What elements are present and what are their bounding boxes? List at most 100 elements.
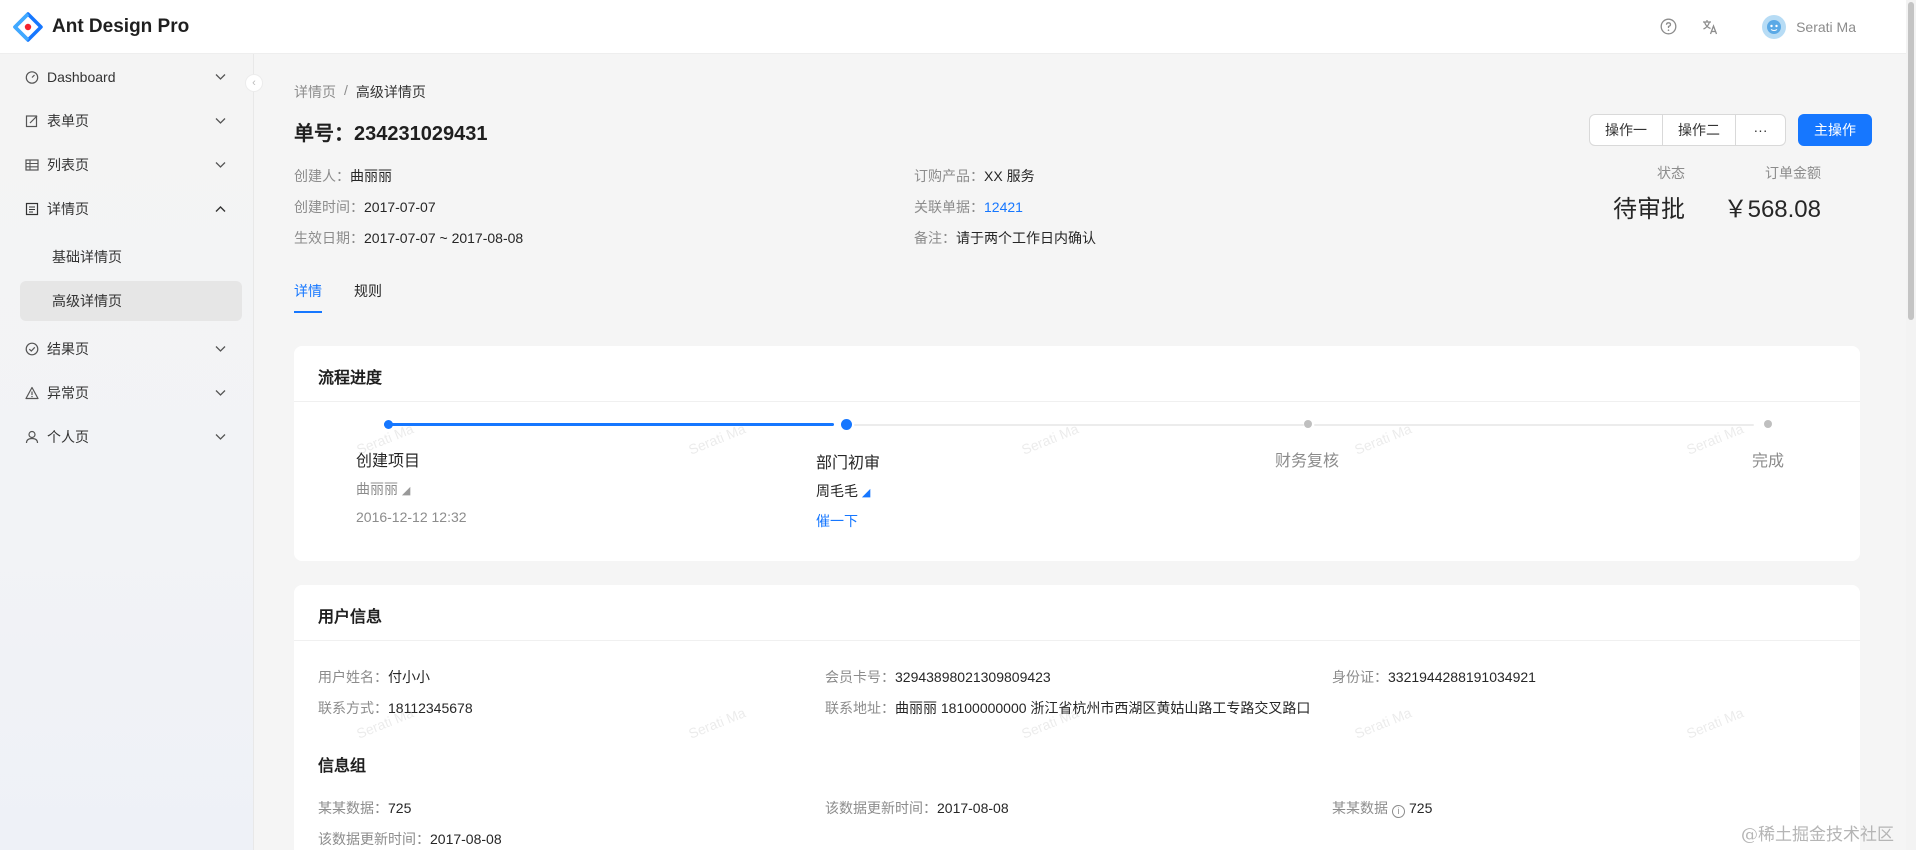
more-button[interactable]: ···: [1736, 114, 1786, 146]
info-update-time: 该数据更新时间：2017-08-08: [318, 831, 502, 847]
stat-value: 待审批: [1613, 196, 1685, 223]
desc-effective-date: 生效日期：2017-07-07 ~ 2017-08-08: [294, 230, 524, 246]
sidebar-collapse-button[interactable]: ‹: [245, 74, 263, 92]
sidebar-item-exception[interactable]: 异常页: [20, 373, 242, 413]
user-icon: [25, 430, 39, 444]
info-circle-icon[interactable]: i: [1392, 805, 1405, 818]
step-connector-done: [384, 423, 834, 426]
dingding-icon: ◢: [401, 485, 411, 497]
step-title: 财务复核: [1275, 453, 1340, 470]
sidebar-item-label: 结果页: [47, 341, 89, 357]
scrollbar-thumb[interactable]: [1908, 2, 1914, 320]
info-contact: 联系方式：18112345678: [318, 700, 473, 716]
step-dot-process: [841, 419, 852, 430]
amount-stat: 订单金额 ￥568.08: [1695, 163, 1821, 224]
chevron-down-icon: [214, 71, 226, 83]
primary-action-button[interactable]: 主操作: [1798, 114, 1872, 146]
chevron-down-icon: [214, 387, 226, 399]
info-username: 用户姓名：付小小: [318, 669, 430, 685]
sidebar-item-list[interactable]: 列表页: [20, 145, 242, 185]
status-stat: 状态 待审批: [1605, 163, 1685, 224]
desc-creator: 创建人：曲丽丽: [294, 168, 392, 184]
dashboard-icon: [25, 70, 39, 84]
sidebar-subitem-label: 基础详情页: [52, 249, 122, 265]
step-person: 周毛毛 ◢: [816, 483, 871, 499]
sidebar: Dashboard 表单页 列表页 详情页 基础详情页 高级详情页 结果页 异常…: [0, 54, 254, 850]
top-header: Ant Design Pro Serati Ma: [0, 0, 1906, 54]
sidebar-item-label: 详情页: [47, 201, 89, 217]
breadcrumb-item[interactable]: 详情页: [294, 82, 336, 102]
urge-link[interactable]: 催一下: [816, 511, 858, 531]
card-title: 用户信息: [318, 609, 383, 626]
check-circle-icon: [25, 342, 39, 356]
step-time: 2016-12-12 12:32: [356, 509, 467, 525]
step-title: 创建项目: [356, 453, 421, 470]
main-content: 详情页 / 高级详情页 单号：234231029431 操作一 操作二 ··· …: [255, 55, 1906, 850]
tab-rules[interactable]: 规则: [354, 281, 382, 313]
sidebar-subitem-advanced-profile[interactable]: 高级详情页: [20, 281, 242, 321]
sidebar-item-account[interactable]: 个人页: [20, 417, 242, 457]
step-dot-finish: [384, 420, 393, 429]
card-title: 流程进度: [318, 370, 383, 387]
info-member-card: 会员卡号：32943898021309809423: [825, 669, 1051, 685]
stat-label: 状态: [1657, 165, 1685, 181]
chevron-up-icon: [214, 203, 226, 215]
sidebar-item-form[interactable]: 表单页: [20, 101, 242, 141]
sidebar-item-profile[interactable]: 详情页: [20, 189, 242, 229]
desc-remark: 备注：请于两个工作日内确认: [914, 230, 1096, 246]
chevron-down-icon: [214, 159, 226, 171]
info-data: 某某数据：725: [318, 800, 412, 816]
breadcrumb-separator: /: [344, 82, 348, 98]
info-id-card: 身份证：3321944288191034921: [1332, 669, 1536, 685]
avatar: [1762, 14, 1787, 39]
corner-watermark: @稀土掘金技术社区: [1741, 825, 1894, 845]
step-dot-wait: [1304, 420, 1312, 428]
info-data-tip: 某某数据 i 725: [1332, 800, 1433, 818]
info-address: 联系地址：曲丽丽 18100000000 浙江省杭州市西湖区黄姑山路工专路交叉路…: [825, 700, 1311, 716]
user-menu[interactable]: Serati Ma: [1762, 14, 1856, 39]
page-title: 单号：234231029431: [294, 123, 488, 145]
sidebar-item-label: 异常页: [47, 385, 89, 401]
sidebar-item-label: 表单页: [47, 113, 89, 129]
sidebar-item-dashboard[interactable]: Dashboard: [20, 57, 242, 97]
tab-detail[interactable]: 详情: [294, 281, 322, 313]
sidebar-item-label: 个人页: [47, 429, 89, 445]
sidebar-item-result[interactable]: 结果页: [20, 329, 242, 369]
desc-related-doc: 关联单据：12421: [914, 199, 1023, 215]
progress-card: 流程进度 创建项目 曲丽丽 ◢ 2016-12-12 12:32 部门初审 周毛…: [294, 346, 1860, 561]
step-title: 部门初审: [816, 455, 881, 472]
group-title: 信息组: [318, 758, 367, 775]
action-two-button[interactable]: 操作二: [1663, 114, 1736, 146]
form-icon: [25, 114, 39, 128]
breadcrumb: 详情页 / 高级详情页: [294, 82, 426, 102]
chevron-down-icon: [214, 115, 226, 127]
step-connector-wait: [1314, 424, 1754, 426]
action-one-button[interactable]: 操作一: [1589, 114, 1663, 146]
step-connector-wait: [854, 424, 1304, 426]
translation-icon[interactable]: [1700, 17, 1720, 37]
question-icon[interactable]: [1658, 17, 1678, 37]
chevron-down-icon: [214, 343, 226, 355]
warning-icon: [25, 386, 39, 400]
logo[interactable]: Ant Design Pro: [13, 11, 190, 42]
sidebar-item-label: Dashboard: [47, 69, 116, 85]
sidebar-subitem-basic-profile[interactable]: 基础详情页: [20, 237, 242, 277]
card-divider: [294, 401, 1860, 402]
card-divider: [294, 640, 1860, 641]
related-doc-link[interactable]: 12421: [984, 199, 1023, 215]
chevron-down-icon: [214, 431, 226, 443]
detail-tabs: 详情 规则: [294, 281, 382, 313]
stat-label: 订单金额: [1765, 165, 1821, 181]
step-dot-wait: [1764, 420, 1772, 428]
vertical-scrollbar[interactable]: [1906, 0, 1916, 850]
step-person: 曲丽丽 ◢: [356, 481, 411, 497]
breadcrumb-current: 高级详情页: [355, 84, 426, 100]
app-title: Ant Design Pro: [52, 15, 190, 37]
sidebar-item-label: 列表页: [47, 157, 89, 173]
page-actions: 操作一 操作二 ··· 主操作: [1589, 114, 1872, 146]
desc-created-time: 创建时间：2017-07-07: [294, 199, 436, 215]
step-title: 完成: [1752, 453, 1785, 470]
table-icon: [25, 158, 39, 172]
dingding-icon: ◢: [861, 487, 871, 499]
stat-value: ￥568.08: [1723, 196, 1821, 223]
